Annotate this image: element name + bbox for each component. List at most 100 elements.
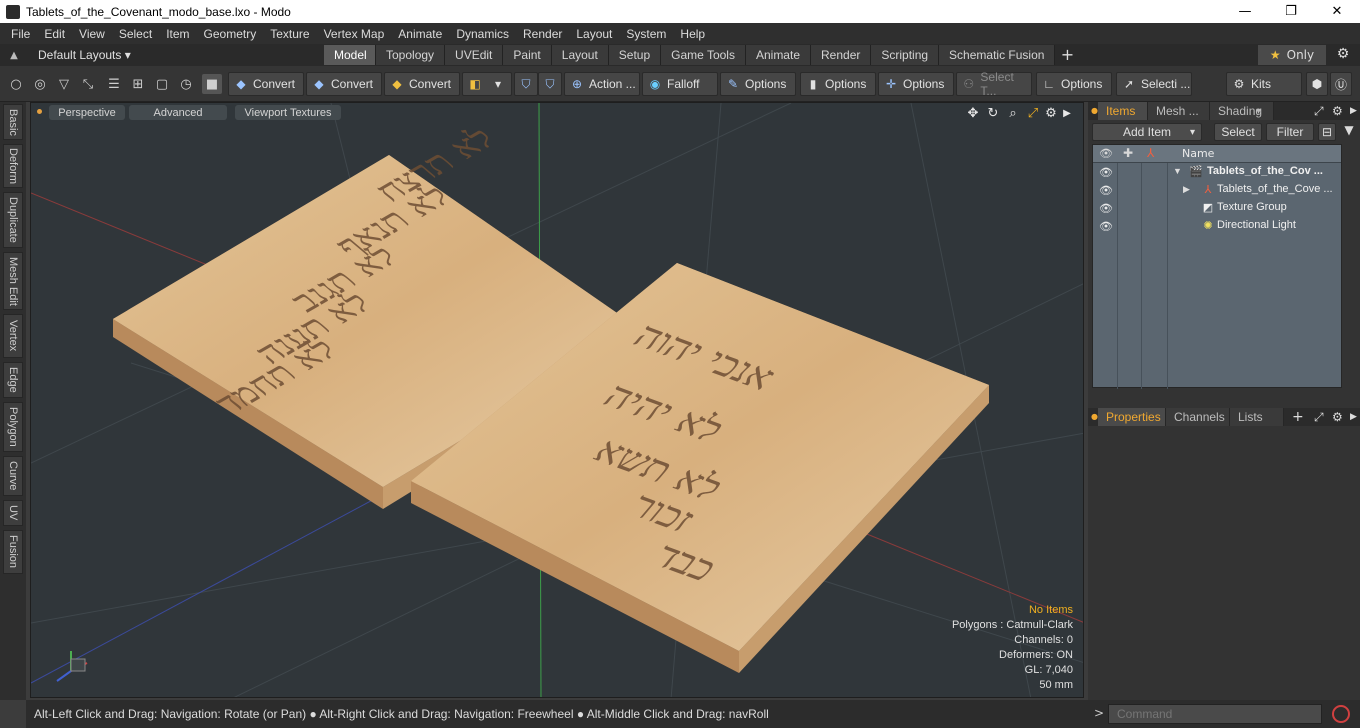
- selection-sets-button[interactable]: ➚ Selecti ...: [1116, 72, 1192, 96]
- collapse-list-icon[interactable]: ⊟: [1318, 123, 1336, 141]
- kits-button[interactable]: ⚙ Kits: [1226, 72, 1302, 96]
- layout-dropdown[interactable]: Default Layouts ▾: [38, 48, 138, 62]
- options-button-1[interactable]: ✎ Options: [720, 72, 796, 96]
- select-items-icon[interactable]: ⤡: [78, 74, 98, 94]
- mesh-type-dropdown[interactable]: ◧ ▾: [462, 72, 512, 96]
- filter-button[interactable]: Filter: [1266, 123, 1314, 141]
- options-button-4[interactable]: ∟ Options: [1036, 72, 1112, 96]
- options-button-2[interactable]: ▮ Options: [800, 72, 876, 96]
- panel-gear-icon[interactable]: ⚙: [1332, 104, 1343, 118]
- tab-uvedit[interactable]: UVEdit: [445, 45, 504, 65]
- tab-topology[interactable]: Topology: [376, 45, 446, 65]
- list-item[interactable]: 👁 ▼ 🎬 Tablets_of_the_Cov ...: [1093, 163, 1341, 181]
- vtab-vertex[interactable]: Vertex: [3, 314, 23, 358]
- select-through-button[interactable]: ⚇ Select T...: [956, 70, 1032, 98]
- convert-button-2[interactable]: ◆ Convert: [306, 72, 382, 96]
- menu-vertex-map[interactable]: Vertex Map: [317, 27, 392, 41]
- panel-dot-icon[interactable]: ●: [1088, 408, 1098, 426]
- maximize-viewport-icon[interactable]: ⤢: [1025, 105, 1041, 121]
- convert-button-3[interactable]: ◆ Convert: [384, 72, 460, 96]
- tab-properties[interactable]: Properties: [1098, 408, 1166, 426]
- maximize-button[interactable]: ❐: [1268, 0, 1314, 23]
- eye-icon[interactable]: 👁: [1099, 184, 1113, 197]
- record-macro-icon[interactable]: [1332, 705, 1350, 723]
- menu-texture[interactable]: Texture: [263, 27, 316, 41]
- menu-view[interactable]: View: [72, 27, 112, 41]
- collapse-toolbar-icon[interactable]: ▲: [0, 44, 28, 66]
- vtab-edge[interactable]: Edge: [3, 362, 23, 398]
- menu-render[interactable]: Render: [516, 27, 569, 41]
- command-chevron-icon[interactable]: >: [1094, 706, 1104, 720]
- tab-channels[interactable]: Channels: [1166, 408, 1230, 426]
- convert-button-1[interactable]: ◆ Convert: [228, 72, 304, 96]
- menu-geometry[interactable]: Geometry: [197, 27, 264, 41]
- select-materials-icon[interactable]: ☰: [104, 74, 124, 94]
- panel-dot-icon[interactable]: ●: [1088, 102, 1098, 120]
- list-item[interactable]: 👁 ◩ Texture Group: [1093, 199, 1341, 217]
- vtab-uv[interactable]: UV: [3, 500, 23, 526]
- vtab-basic[interactable]: Basic: [3, 104, 23, 140]
- tab-game-tools[interactable]: Game Tools: [661, 45, 746, 65]
- menu-file[interactable]: File: [4, 27, 37, 41]
- tab-schematic-fusion[interactable]: Schematic Fusion: [939, 45, 1056, 65]
- advanced-button[interactable]: Advanced: [129, 105, 227, 120]
- add-layout-tab-button[interactable]: +: [1055, 45, 1079, 65]
- list-item[interactable]: 👁 ✺ Directional Light: [1093, 217, 1341, 235]
- command-input[interactable]: [1108, 704, 1322, 724]
- menu-help[interactable]: Help: [673, 27, 712, 41]
- expand-panel-icon[interactable]: ⤢: [1314, 410, 1324, 425]
- expand-arrow-icon[interactable]: ▼: [1173, 166, 1182, 176]
- vtab-polygon[interactable]: Polygon: [3, 402, 23, 452]
- expand-panel-icon[interactable]: ⤢: [1314, 104, 1324, 119]
- panel-gear-icon[interactable]: ⚙: [1332, 410, 1343, 424]
- viewport-gear-icon[interactable]: ⚙: [1043, 105, 1059, 121]
- eye-icon[interactable]: 👁: [1099, 202, 1113, 215]
- select-edges-icon[interactable]: ◎: [30, 74, 50, 94]
- vtab-fusion[interactable]: Fusion: [3, 530, 23, 574]
- eye-icon[interactable]: 👁: [1099, 220, 1113, 233]
- perspective-button[interactable]: Perspective: [49, 105, 125, 120]
- vtab-deform[interactable]: Deform: [3, 144, 23, 188]
- only-toggle-button[interactable]: ★ Only: [1258, 45, 1326, 65]
- viewport-menu-dot-icon[interactable]: [37, 109, 42, 114]
- chevron-down-icon[interactable]: ▾: [1256, 106, 1261, 117]
- menu-item[interactable]: Item: [159, 27, 196, 41]
- tab-shading[interactable]: Shading: [1210, 102, 1274, 120]
- vtab-duplicate[interactable]: Duplicate: [3, 192, 23, 248]
- tab-model[interactable]: Model: [324, 45, 376, 65]
- viewport-textures-button[interactable]: Viewport Textures: [235, 105, 341, 120]
- menu-edit[interactable]: Edit: [37, 27, 72, 41]
- 3d-viewport[interactable]: לא תרצח לא תנאף לא תגנב לא תענה לא תחמד …: [30, 102, 1084, 698]
- options-button-3[interactable]: ✛ Options: [878, 72, 954, 96]
- add-item-button[interactable]: Add Item ▾: [1092, 123, 1202, 141]
- unreal-button[interactable]: Ⓤ: [1330, 72, 1352, 96]
- falloff-button[interactable]: ◉ Falloff: [642, 72, 718, 96]
- menu-select[interactable]: Select: [112, 27, 159, 41]
- viewport-scene[interactable]: לא תרצח לא תנאף לא תגנב לא תענה לא תחמד …: [31, 103, 1084, 698]
- vtab-mesh-edit[interactable]: Mesh Edit: [3, 252, 23, 310]
- gear-icon[interactable]: ⚙: [1334, 46, 1352, 64]
- action-center-button[interactable]: ⊕ Action ...: [564, 72, 640, 96]
- menu-animate[interactable]: Animate: [391, 27, 449, 41]
- panel-more-icon[interactable]: ▶: [1350, 106, 1357, 116]
- filter-icon[interactable]: ▼: [1340, 123, 1358, 141]
- vtab-curve[interactable]: Curve: [3, 456, 23, 496]
- zoom-icon[interactable]: ⌕: [1005, 105, 1021, 121]
- rotate-icon[interactable]: ↻: [985, 105, 1001, 121]
- symmetry-button[interactable]: ⛉: [514, 72, 538, 96]
- select-vertices-icon[interactable]: ○: [6, 74, 26, 94]
- menu-layout[interactable]: Layout: [569, 27, 619, 41]
- menu-dynamics[interactable]: Dynamics: [449, 27, 516, 41]
- select-pivot-icon[interactable]: ⊞: [128, 74, 148, 94]
- select-center-icon[interactable]: ▢: [152, 74, 172, 94]
- unity-button[interactable]: ⬢: [1306, 72, 1328, 96]
- select-polygons-icon[interactable]: ▽: [54, 74, 74, 94]
- tab-setup[interactable]: Setup: [608, 45, 662, 65]
- tab-mesh[interactable]: Mesh ...: [1148, 102, 1210, 120]
- tab-render[interactable]: Render: [811, 45, 872, 65]
- eye-icon[interactable]: 👁: [1099, 166, 1113, 179]
- minimize-button[interactable]: —: [1222, 0, 1268, 23]
- expand-arrow-icon[interactable]: ▶: [1183, 184, 1190, 195]
- menu-system[interactable]: System: [619, 27, 673, 41]
- tab-paint[interactable]: Paint: [503, 45, 552, 65]
